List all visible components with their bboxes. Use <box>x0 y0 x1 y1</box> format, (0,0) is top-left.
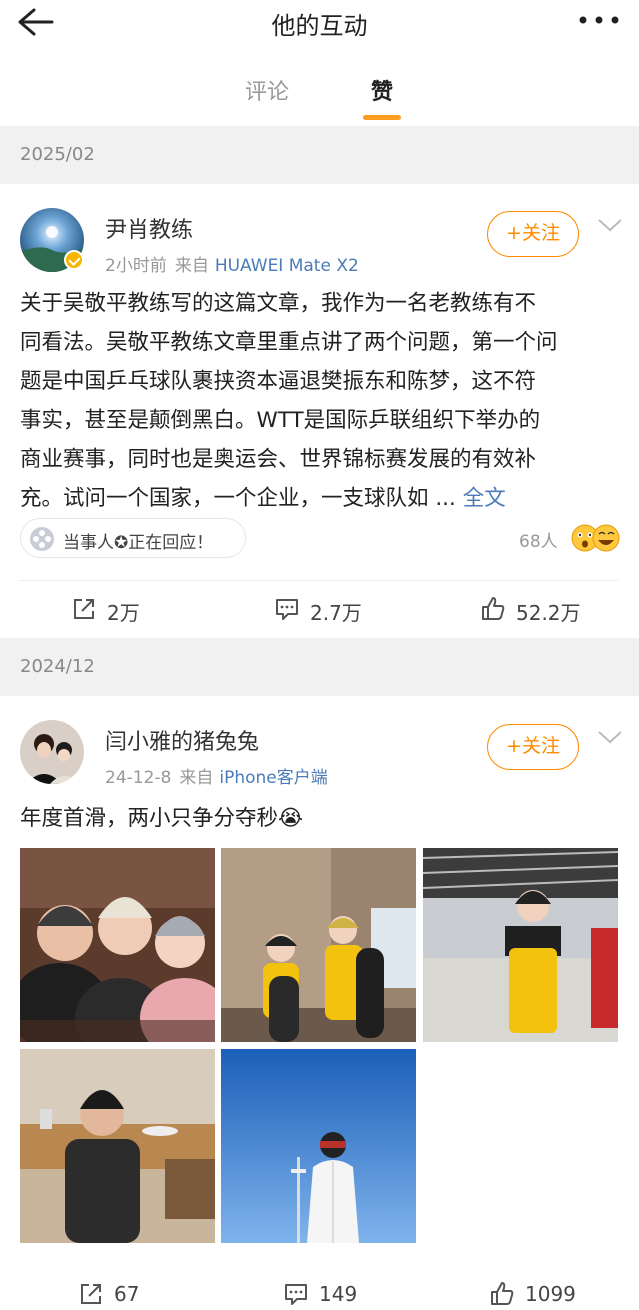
photo-skier-blue-sky[interactable] <box>221 1049 416 1243</box>
post-text-last: 充。试问一个国家，一个企业，一支球队如 ... <box>20 486 456 511</box>
active-tab-indicator <box>363 115 401 120</box>
date-label: 2025/02 <box>20 144 95 165</box>
post-text-line: 题是中国乒乓球队裹挟资本逼退樊振东和陈梦，这不符 <box>20 369 537 394</box>
tab-likes[interactable]: 赞 <box>371 74 393 106</box>
thumbs-up-icon <box>482 597 505 620</box>
post-text-line: 充。试问一个国家，一个企业，一支球队如 ... 全文 <box>20 479 620 518</box>
full-text-link[interactable]: 全文 <box>463 486 506 511</box>
top-bar: 他的互动 <box>0 0 639 46</box>
repost-icon <box>74 599 94 619</box>
post-body[interactable]: 年度首滑，两小只争分夺秒😭 <box>20 799 620 838</box>
comment-count: 149 <box>319 1282 358 1306</box>
tab-comments[interactable]: 评论 <box>245 74 289 106</box>
tab-bar: 评论 赞 <box>0 46 639 126</box>
reaction-emoji-icon[interactable] <box>570 523 622 553</box>
more-dots-icon[interactable] <box>577 6 621 34</box>
post-meta: 2小时前 来自 HUAWEI Mate X2 <box>105 251 359 276</box>
like-count: 52.2万 <box>516 601 581 625</box>
post-card[interactable]: 尹肖教练 2小时前 来自 HUAWEI Mate X2 +关注 关于吴敬平教练写的这… <box>0 184 639 638</box>
date-label: 2024/12 <box>20 656 95 677</box>
repost-icon <box>81 1284 101 1304</box>
divider <box>20 580 619 581</box>
notice-text: 当事人✪正在回应！ <box>63 533 214 553</box>
photo-kid-in-ski-hall[interactable] <box>423 848 618 1042</box>
comment-icon <box>276 599 298 620</box>
comment-icon <box>285 1284 307 1305</box>
post-text-line: 商业赛事，同时也是奥运会、世界锦标赛发展的有效补 <box>20 447 537 472</box>
date-header: 2024/12 <box>0 638 639 696</box>
chevron-down-icon[interactable] <box>595 726 625 748</box>
response-badge-icon <box>30 527 54 551</box>
thumbs-up-icon <box>491 1282 514 1305</box>
date-header: 2025/02 <box>0 126 639 184</box>
username[interactable]: 闫小雅的猪兔兔 <box>105 724 259 756</box>
post-source[interactable]: HUAWEI Mate X2 <box>215 256 359 276</box>
photo-family-selfie[interactable] <box>20 848 215 1042</box>
chevron-down-icon[interactable] <box>595 214 625 236</box>
post-time: 24-12-8 <box>105 768 172 788</box>
comment-count: 2.7万 <box>310 601 362 625</box>
post-card[interactable]: 闫小雅的猪兔兔 24-12-8 来自 iPhone客户端 +关注 年度首滑，两小只争… <box>0 696 639 1310</box>
source-prefix: 来自 <box>179 768 214 788</box>
verified-badge-icon <box>64 250 84 270</box>
post-meta: 24-12-8 来自 iPhone客户端 <box>105 763 328 788</box>
post-text-line: 事实，甚至是颠倒黑白。WTT是国际乒联组织下举办的 <box>20 408 541 433</box>
source-prefix: 来自 <box>174 256 209 276</box>
post-text-line: 关于吴敬平教练写的这篇文章，我作为一名老教练有不 <box>20 291 537 316</box>
post-source[interactable]: iPhone客户端 <box>219 768 327 788</box>
page-title: 他的互动 <box>271 12 368 40</box>
repost-count: 2万 <box>107 601 140 625</box>
photo-kids-with-snowboards[interactable] <box>221 848 416 1042</box>
post-text-line: 同看法。吴敬平教练文章里重点讲了两个问题，第一个问 <box>20 330 558 355</box>
avatar[interactable] <box>20 720 84 784</box>
follow-button[interactable]: +关注 <box>487 724 579 770</box>
photo-boy-at-restaurant[interactable] <box>20 1049 215 1243</box>
post-time: 2小时前 <box>105 256 167 276</box>
repost-count: 67 <box>114 1282 140 1306</box>
username[interactable]: 尹肖教练 <box>105 212 193 244</box>
follow-button[interactable]: +关注 <box>487 211 579 257</box>
post-body[interactable]: 关于吴敬平教练写的这篇文章，我作为一名老教练有不 同看法。吴敬平教练文章里重点讲… <box>20 284 620 518</box>
reaction-count: 68人 <box>519 532 558 552</box>
responding-notice[interactable]: 当事人✪正在回应！ <box>20 518 246 558</box>
like-count: 1099 <box>525 1282 576 1306</box>
